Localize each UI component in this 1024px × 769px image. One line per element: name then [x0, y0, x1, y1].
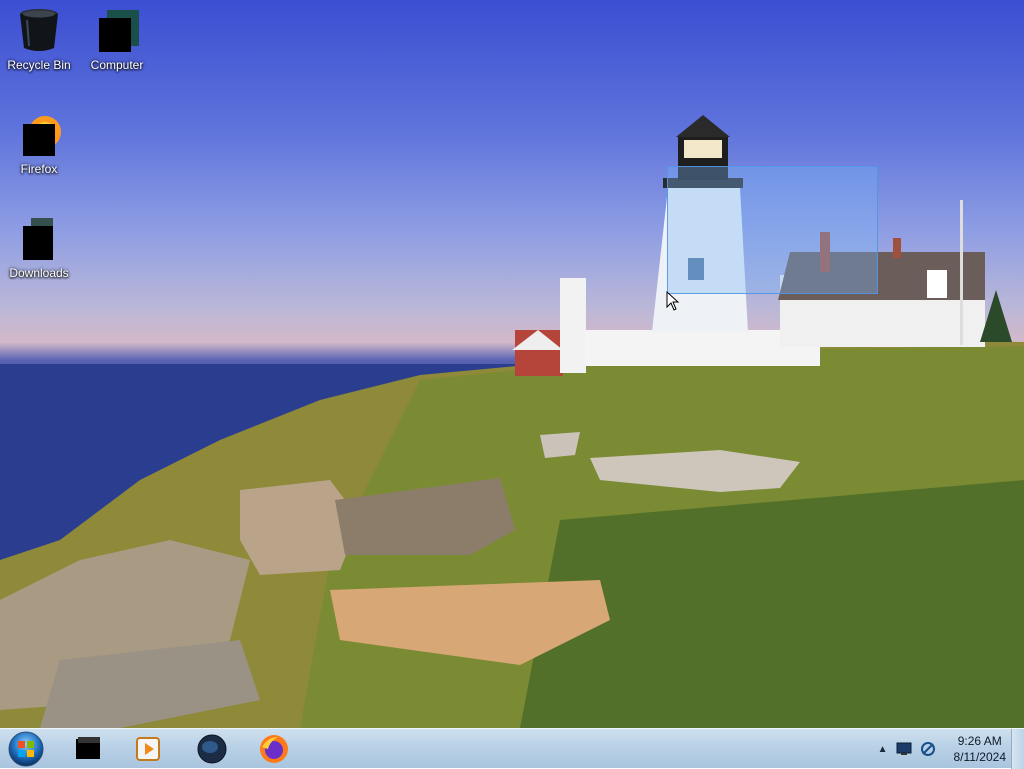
desktop-icon-label: Computer — [90, 58, 144, 72]
show-hidden-icons-arrow[interactable]: ▲ — [878, 744, 888, 755]
network-icon[interactable] — [920, 741, 936, 757]
show-desktop-button[interactable] — [1011, 729, 1024, 769]
desktop-icon-downloads[interactable]: Downloads — [4, 214, 74, 280]
mouse-pointer-icon — [666, 291, 680, 311]
downloads-folder-icon — [15, 214, 63, 262]
desktop-icon-firefox[interactable]: Firefox — [4, 110, 74, 176]
media-player-icon — [136, 737, 160, 761]
clock-time: 9:26 AM — [957, 734, 1002, 748]
desktop-icon-label: Firefox — [20, 162, 58, 176]
firefox-icon — [15, 110, 63, 158]
taskbar-network-button[interactable] — [186, 731, 238, 767]
desktop[interactable]: Recycle Bin Computer Firefox Downloads — [0, 0, 1024, 728]
firefox-icon — [260, 735, 288, 763]
windows-start-orb-icon — [8, 731, 44, 767]
desktop-icon-computer[interactable]: Computer — [82, 6, 152, 72]
desktop-icon-recycle-bin[interactable]: Recycle Bin — [4, 6, 74, 72]
taskbar-media-player-button[interactable] — [122, 731, 174, 767]
folder-icon — [76, 737, 100, 759]
taskbar-firefox-button[interactable] — [248, 731, 300, 767]
clock[interactable]: 9:26 AM 8/11/2024 — [954, 733, 1007, 765]
taskbar-explorer-button[interactable] — [62, 731, 114, 767]
clock-date: 8/11/2024 — [953, 750, 1007, 764]
start-button[interactable] — [4, 730, 48, 768]
globe-icon — [197, 734, 227, 764]
desktop-icon-label: Recycle Bin — [7, 58, 71, 72]
system-tray: ▲ 9:26 AM 8/11/2024 — [878, 729, 1010, 769]
computer-icon — [93, 6, 141, 54]
recycle-bin-icon — [15, 6, 63, 54]
drag-selection-rectangle — [667, 166, 878, 294]
display-icon[interactable] — [896, 742, 912, 756]
taskbar: ▲ 9:26 AM 8/11/2024 — [0, 728, 1024, 769]
wallpaper-lighthouse — [0, 115, 1024, 728]
desktop-icon-label: Downloads — [9, 266, 69, 280]
